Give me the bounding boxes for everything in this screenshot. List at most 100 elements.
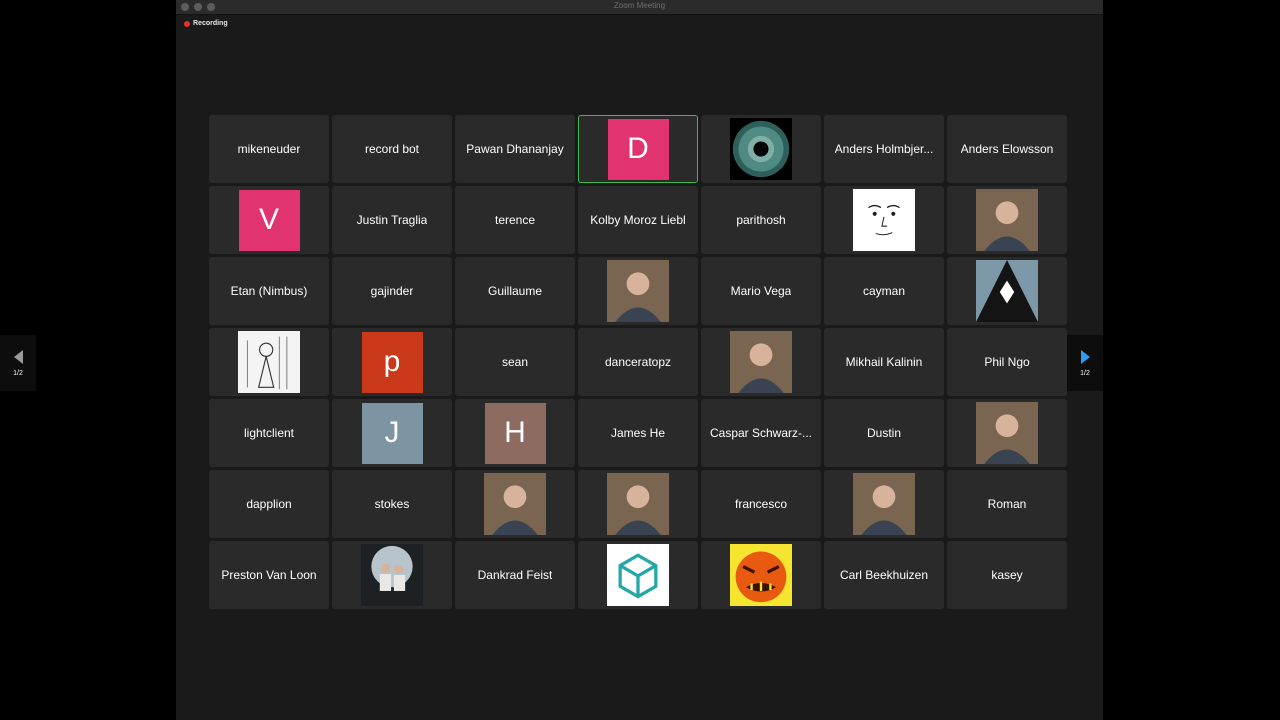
participant-tile[interactable] [332,541,452,609]
chevron-right-icon [1080,349,1090,364]
participant-name: Caspar Schwarz-... [709,426,813,440]
participant-name: Phil Ngo [984,355,1030,369]
participant-tile[interactable]: dapplion [209,470,329,538]
participant-tile[interactable] [455,470,575,538]
angry-pumpkin-avatar-icon [728,544,794,606]
participant-tile[interactable] [701,541,821,609]
participant-tile[interactable]: danceratopz [578,328,698,396]
participant-tile[interactable] [578,470,698,538]
letter-avatar: V [238,189,300,251]
participant-tile[interactable]: kasey [947,541,1067,609]
participant-name: Mikhail Kalinin [845,355,923,369]
participant-tile[interactable]: mikeneuder [209,115,329,183]
next-page-button[interactable]: 1/2 [1067,335,1103,391]
triangle-diamond-avatar-icon [974,260,1040,322]
participant-name: Etan (Nimbus) [230,284,308,298]
participant-tile[interactable] [701,328,821,396]
person-photo-avatar-icon [605,473,671,535]
participant-tile[interactable] [701,115,821,183]
eye-iris-avatar-icon [728,118,794,180]
participant-tile[interactable]: Anders Holmbjer... [824,115,944,183]
participant-tile[interactable]: Roman [947,470,1067,538]
participant-name: gajinder [370,284,414,298]
participant-tile[interactable] [947,399,1067,467]
face-sketch-avatar-icon [851,189,917,251]
participant-tile[interactable]: gajinder [332,257,452,325]
title-bar: Zoom Meeting [176,0,1103,15]
participant-tile[interactable]: stokes [332,470,452,538]
participant-name: mikeneuder [237,142,301,156]
participant-name: Dankrad Feist [477,568,553,582]
participant-tile[interactable]: V [209,186,329,254]
letter-avatar: D [607,118,669,180]
participant-name: Anders Holmbjer... [834,142,934,156]
participant-tile[interactable]: cayman [824,257,944,325]
participant-name: Kolby Moroz Liebl [590,213,686,227]
participant-name: record bot [364,142,420,156]
participant-name: parithosh [736,213,786,227]
participant-tile[interactable]: parithosh [701,186,821,254]
person-photo-avatar-icon [482,473,548,535]
participant-tile[interactable]: Carl Beekhuizen [824,541,944,609]
participant-tile[interactable]: Guillaume [455,257,575,325]
participant-name: Dustin [866,426,901,440]
participant-tile[interactable]: francesco [701,470,821,538]
cube-logo-avatar-icon [605,544,671,606]
participant-tile[interactable]: Mario Vega [701,257,821,325]
participant-tile[interactable]: Anders Elowsson [947,115,1067,183]
participant-tile[interactable] [578,541,698,609]
participant-tile[interactable]: Dankrad Feist [455,541,575,609]
participant-tile[interactable]: Phil Ngo [947,328,1067,396]
recording-label: Recording [193,20,228,27]
previous-page-button[interactable]: 1/2 [0,335,36,391]
letter-avatar: H [484,402,546,464]
participant-tile[interactable]: Preston Van Loon [209,541,329,609]
participant-tile[interactable] [209,328,329,396]
participant-tile[interactable] [824,470,944,538]
participant-tile[interactable]: J [332,399,452,467]
participant-tile[interactable]: Dustin [824,399,944,467]
participant-tile[interactable]: terence [455,186,575,254]
letter-avatar: p [361,331,423,393]
participant-tile[interactable]: lightclient [209,399,329,467]
participant-name: Carl Beekhuizen [839,568,929,582]
recording-indicator[interactable]: Recording [184,20,228,27]
participant-tile[interactable]: H [455,399,575,467]
participant-tile[interactable]: record bot [332,115,452,183]
participant-tile[interactable]: p [332,328,452,396]
participant-tile[interactable]: sean [455,328,575,396]
participant-name: francesco [734,497,788,511]
participant-tile[interactable]: Justin Traglia [332,186,452,254]
participant-name: Preston Van Loon [221,568,317,582]
participant-tile[interactable] [947,257,1067,325]
person-photo-avatar-icon [728,331,794,393]
page-indicator-left: 1/2 [13,369,23,377]
participant-name: kasey [991,568,1023,582]
participant-tile[interactable]: Etan (Nimbus) [209,257,329,325]
participant-name: Guillaume [487,284,543,298]
participant-tile[interactable]: Caspar Schwarz-... [701,399,821,467]
participant-tile[interactable] [578,257,698,325]
participant-name: danceratopz [604,355,672,369]
participant-name: Pawan Dhananjay [466,142,564,156]
person-photo-avatar-icon [974,402,1040,464]
participant-name: Roman [987,497,1027,511]
participant-name: sean [501,355,529,369]
participant-name: James He [610,426,666,440]
participant-tile[interactable]: Mikhail Kalinin [824,328,944,396]
zoom-window: Zoom Meeting Recording mikeneuder record … [176,0,1103,720]
participant-tile[interactable]: James He [578,399,698,467]
participant-name: terence [494,213,536,227]
participant-name: cayman [862,284,906,298]
participant-tile[interactable] [824,186,944,254]
participant-tile[interactable]: D [578,115,698,183]
participant-tile[interactable]: Kolby Moroz Liebl [578,186,698,254]
participant-name: stokes [374,497,410,511]
participant-grid: mikeneuder record bot Pawan Dhananjay D Ande… [209,115,1067,609]
recording-dot-icon [184,20,190,27]
participant-tile[interactable] [947,186,1067,254]
participant-name: Mario Vega [730,284,792,298]
participant-tile[interactable]: Pawan Dhananjay [455,115,575,183]
page-indicator-right: 1/2 [1080,369,1090,377]
chevron-left-icon [13,349,23,364]
